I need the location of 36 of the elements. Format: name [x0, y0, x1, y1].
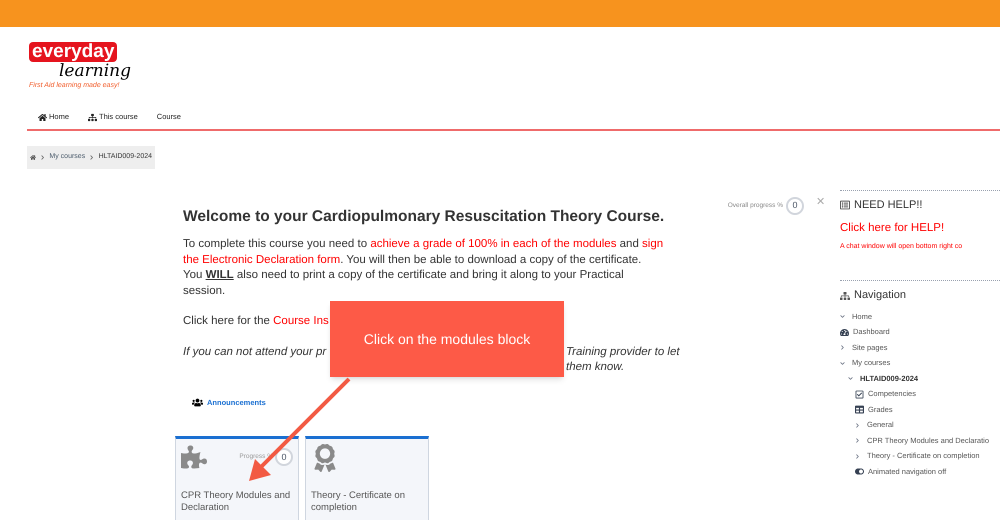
chevron-right-icon[interactable]: [855, 454, 860, 458]
block-title: NEED HELP!!: [854, 198, 922, 213]
course-tile[interactable]: Theory - Certificate on completion: [305, 436, 429, 520]
table-icon: [855, 405, 864, 414]
help-link[interactable]: Click here for HELP!: [840, 220, 1000, 237]
people-icon: [192, 398, 203, 408]
attend-text-end: Training provider to let them know.: [566, 344, 681, 375]
chevron-down-icon[interactable]: [848, 376, 853, 381]
sitemap-icon: [88, 112, 98, 122]
instructions-text: Click here for the: [183, 314, 271, 329]
chevron-down-icon[interactable]: [840, 314, 845, 319]
course-title: Welcome to your Cardiopulmonary Resuscitation Theory Course.: [183, 207, 666, 226]
logo-brand: everyday: [29, 42, 118, 62]
chevron-down-icon[interactable]: [840, 360, 845, 366]
intro-paragraph: To complete this course you need to achieve a grade of 100% in each of the modules and sign the Electronic Declaration form. You will then be able to download a copy of the certificate. You WILL also need to print a copy of the certificate and bring it along to your Practical session.: [183, 237, 664, 298]
dashboard-icon: [840, 328, 849, 336]
home-icon: [38, 112, 47, 122]
card-icon: [840, 200, 850, 210]
sitemap-icon: [840, 290, 850, 300]
tile-title: Theory - Certificate on completion: [311, 490, 406, 514]
chevron-right-icon: [41, 155, 44, 160]
chevron-right-icon[interactable]: [840, 345, 845, 350]
instructions-link[interactable]: Course Ins: [273, 314, 329, 330]
attend-text: If you can not attend your pr: [183, 346, 326, 358]
chevron-right-icon: [90, 155, 94, 160]
award-icon: [314, 444, 336, 472]
home-icon[interactable]: [30, 153, 36, 162]
chevron-right-icon[interactable]: [855, 438, 860, 443]
block-title: Navigation: [854, 288, 906, 304]
toggle-icon: [855, 467, 864, 476]
chevron-right-icon[interactable]: [855, 422, 860, 428]
logo-word: learning: [59, 62, 131, 81]
tile-title: CPR Theory Modules and Declaration: [181, 490, 292, 514]
puzzle-icon: [181, 444, 207, 470]
callout: Click on the modules block: [330, 301, 564, 377]
checkbox-icon: [855, 390, 864, 398]
